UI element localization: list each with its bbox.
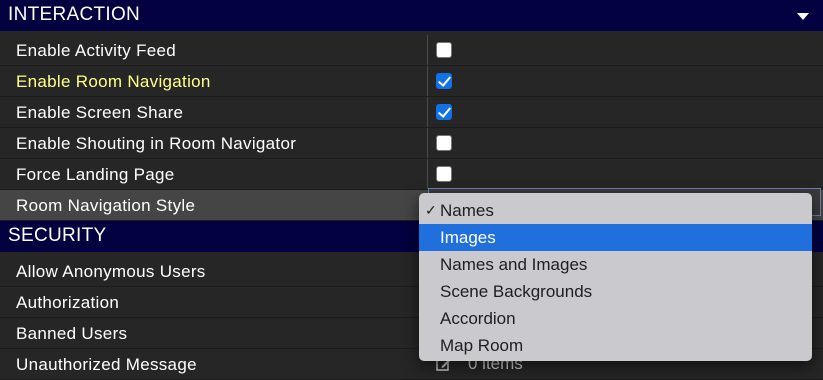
setting-label: Room Navigation Style <box>16 196 196 215</box>
option-label: Accordion <box>440 309 516 328</box>
option-label: Scene Backgrounds <box>440 282 593 301</box>
setting-label: Banned Users <box>16 324 128 343</box>
option-label: Names and Images <box>440 255 588 274</box>
chevron-down-icon[interactable] <box>797 13 809 20</box>
setting-label: Force Landing Page <box>16 165 175 184</box>
dropdown-option-map-room[interactable]: Map Room <box>419 332 812 359</box>
shouting-checkbox[interactable] <box>436 135 452 151</box>
interaction-section-header[interactable]: INTERACTION <box>0 0 823 31</box>
setting-row-shouting: Enable Shouting in Room Navigator <box>0 128 823 159</box>
option-label: Names <box>440 201 494 220</box>
dropdown-option-images[interactable]: Images <box>419 224 812 251</box>
setting-row-force-landing: Force Landing Page <box>0 159 823 190</box>
dropdown-option-scene-backgrounds[interactable]: Scene Backgrounds <box>419 278 812 305</box>
setting-row-activity-feed: Enable Activity Feed <box>0 35 823 66</box>
setting-label: Enable Activity Feed <box>16 41 177 60</box>
setting-label: Allow Anonymous Users <box>16 262 206 281</box>
checkmark-icon: ✓ <box>425 202 437 218</box>
setting-label: Unauthorized Message <box>16 355 197 374</box>
dropdown-option-names-and-images[interactable]: Names and Images <box>419 251 812 278</box>
setting-label: Enable Room Navigation <box>16 72 211 91</box>
section-title: INTERACTION <box>8 4 141 25</box>
option-label: Map Room <box>440 336 524 355</box>
section-title: SECURITY <box>8 225 107 246</box>
room-navigation-checkbox[interactable] <box>436 73 452 89</box>
setting-row-room-navigation: Enable Room Navigation <box>0 66 823 97</box>
setting-label: Enable Shouting in Room Navigator <box>16 134 297 153</box>
nav-style-dropdown: ✓ Names Images Names and Images Scene Ba… <box>419 193 812 361</box>
option-label: Images <box>440 228 496 247</box>
setting-label: Enable Screen Share <box>16 103 184 122</box>
activity-feed-checkbox[interactable] <box>436 42 452 58</box>
dropdown-option-accordion[interactable]: Accordion <box>419 305 812 332</box>
force-landing-checkbox[interactable] <box>436 166 452 182</box>
dropdown-option-names[interactable]: ✓ Names <box>419 197 812 224</box>
setting-label: Authorization <box>16 293 120 312</box>
screen-share-checkbox[interactable] <box>436 104 452 120</box>
setting-row-screen-share: Enable Screen Share <box>0 97 823 128</box>
